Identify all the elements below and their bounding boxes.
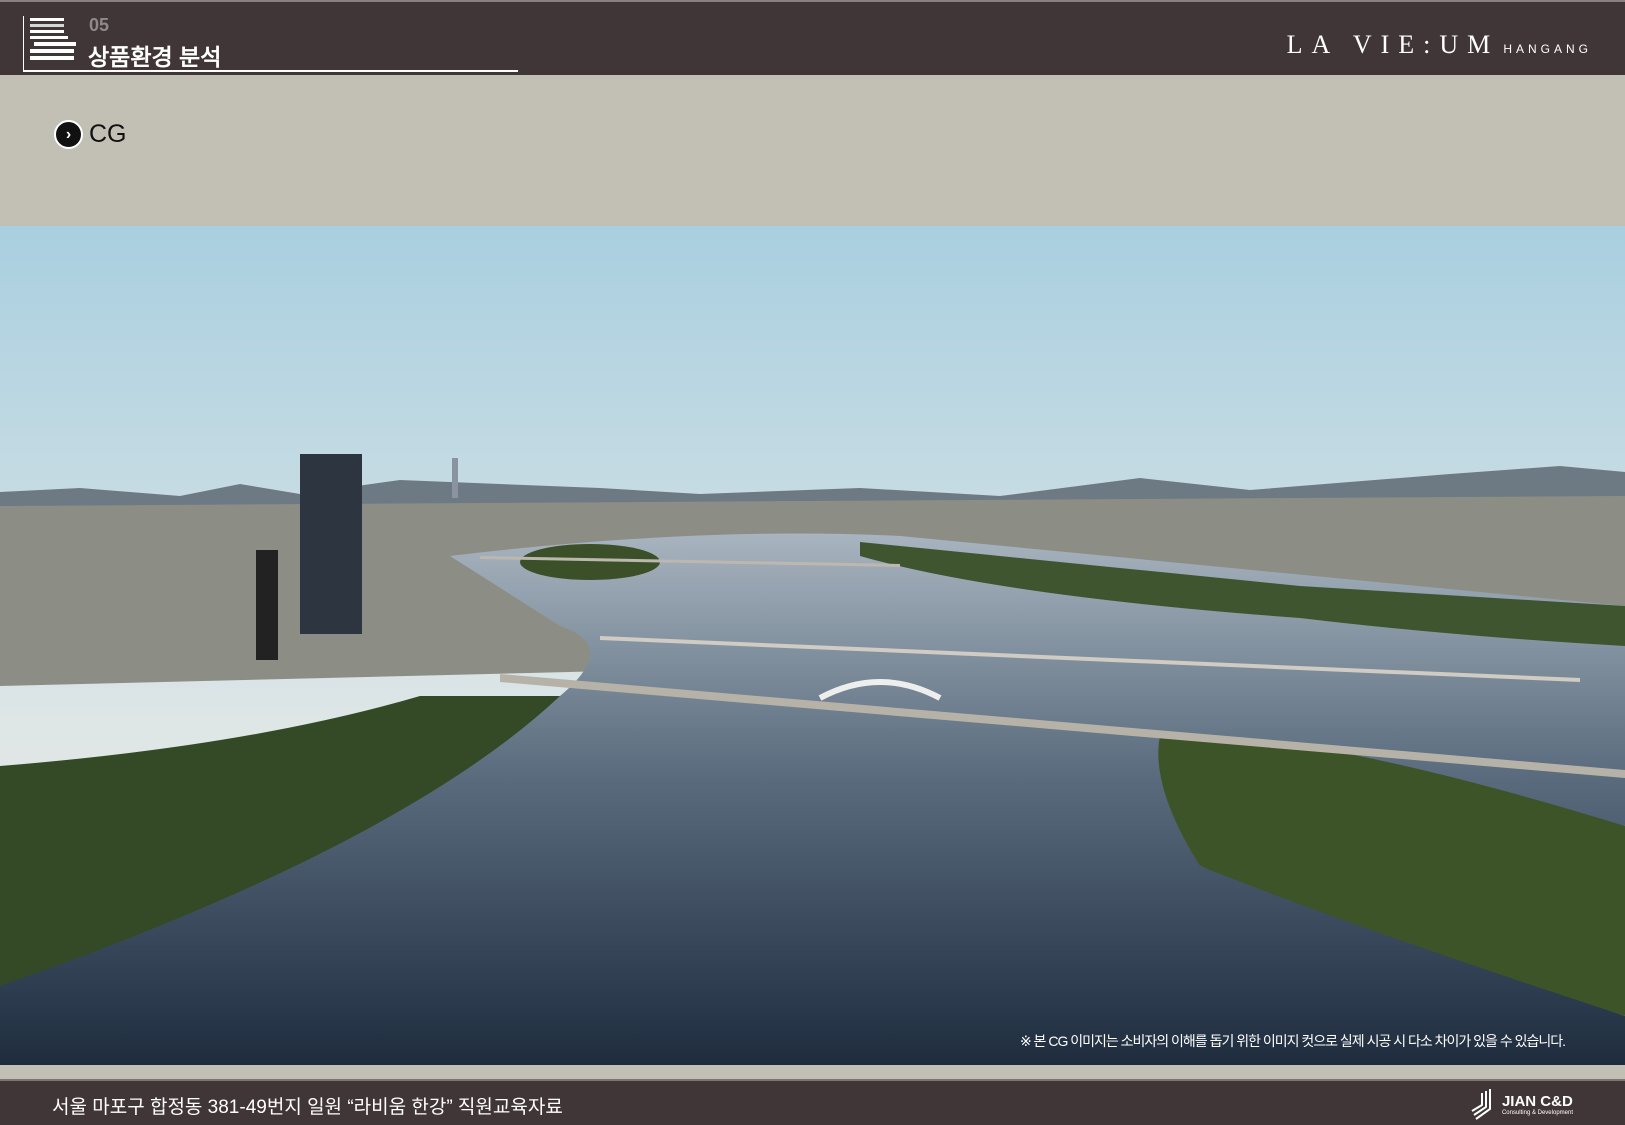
chevron-right-circle-icon: › [54,120,83,149]
subheading-band [0,75,1625,226]
footer-caption: 서울 마포구 합정동 381-49번지 일원 “라비움 한강” 직원교육자료 [52,1097,563,1118]
river-landscape [0,226,1625,1065]
divider-stripe [0,1065,1625,1079]
header-bar: 05 상품환경 분석 LA VIE:UM HANGANG [0,0,1625,75]
brand-sub: HANGANG [1503,42,1592,56]
cg-disclaimer: ※ 본 CG 이미지는 소비자의 이해를 돕기 위한 이미지 컷으로 실제 시공… [1019,1033,1566,1049]
jian-logo-icon [1471,1089,1491,1120]
brand-name: LA VIE:UM [1286,30,1500,59]
cg-heading-text: CG [89,120,127,148]
company-sub: Consulting & Development [1501,1109,1573,1116]
river-rendering-image: ※ 본 CG 이미지는 소비자의 이해를 돕기 위한 이미지 컷으로 실제 시공… [0,226,1625,1065]
section-number: 05 [89,15,110,35]
section-title: 상품환경 분석 [88,44,222,70]
company-logo: JIAN C&D Consulting & Development [1470,1087,1573,1121]
company-name: JIAN C&D [1501,1092,1573,1110]
footer-bar: 서울 마포구 합정동 381-49번지 일원 “라비움 한강” 직원교육자료 J… [0,1079,1625,1125]
cg-heading: › CG [54,120,127,149]
brand-logo: LA VIE:UM HANGANG [1287,30,1592,60]
